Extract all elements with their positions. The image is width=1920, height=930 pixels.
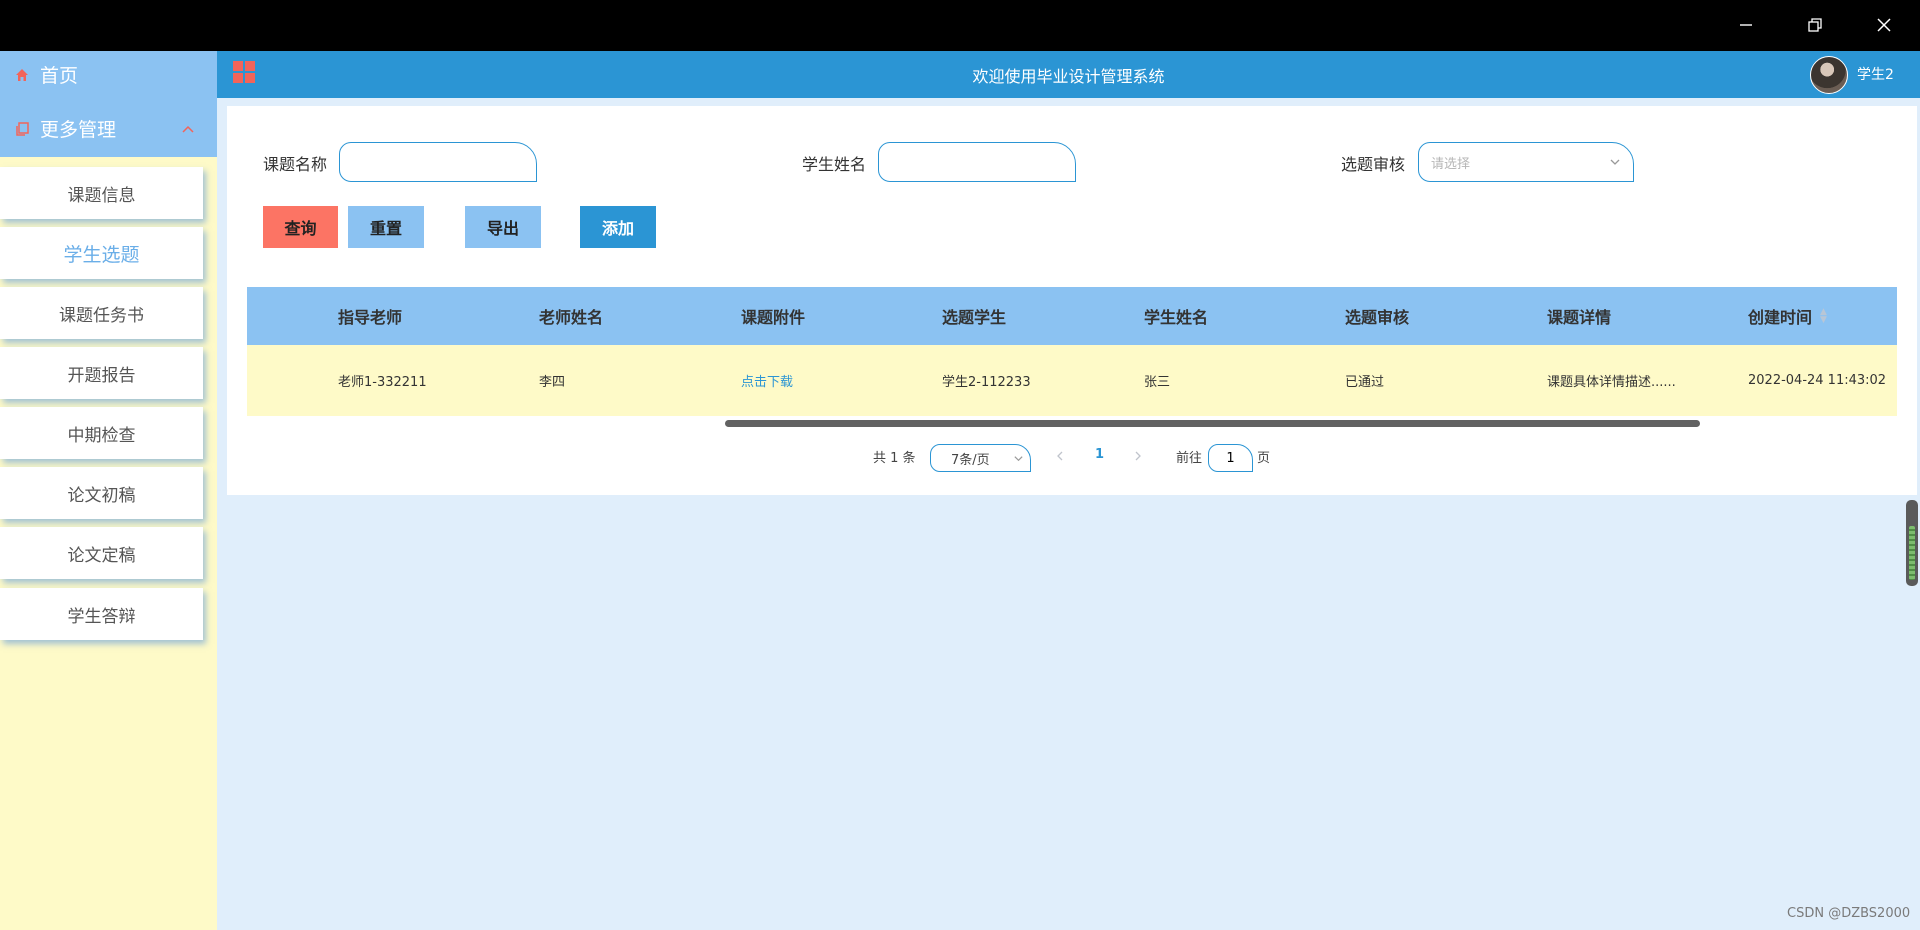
sidebar-item-label: 学生选题 — [63, 243, 140, 266]
column-header-advisor: 指导老师 — [338, 308, 403, 327]
sidebar-item-final-draft[interactable]: 论文定稿 — [0, 527, 203, 579]
minimize-icon[interactable] — [1731, 10, 1761, 40]
vertical-scrollbar-thumb[interactable] — [1909, 526, 1915, 580]
avatar[interactable] — [1810, 56, 1848, 94]
review-status-placeholder: 请选择 — [1431, 156, 1471, 172]
restore-icon[interactable] — [1800, 10, 1830, 40]
column-header-topic-details: 课题详情 — [1547, 308, 1612, 327]
table-cell: 2022-04-24 11:43:02 — [1748, 373, 1887, 388]
sidebar-item-label: 论文定稿 — [67, 545, 136, 566]
sidebar-home-label: 首页 — [40, 64, 79, 87]
goto-prefix: 前往 — [1176, 451, 1203, 466]
student-name-label: 学生姓名 — [802, 155, 867, 174]
column-header-created-time[interactable]: 创建时间 ▲ ▼ — [1748, 287, 1827, 345]
sidebar-item-defense[interactable]: 学生答辩 — [0, 588, 203, 640]
goto-suffix: 页 — [1257, 451, 1271, 466]
sidebar-item-label: 课题任务书 — [59, 305, 144, 326]
content-card: 课题名称 学生姓名 选题审核 请选择 查询 重置 导出 添加 指导老师 老师姓名… — [227, 106, 1917, 495]
page-size-select[interactable]: 7条/页 — [930, 444, 1031, 472]
table-row: 老师1-332211 李四 点击下载 学生2-112233 张三 已通过 课题具… — [247, 345, 1897, 416]
horizontal-scrollbar[interactable] — [247, 418, 1897, 428]
goto-page-input[interactable] — [1208, 444, 1253, 472]
topic-name-input[interactable] — [339, 142, 537, 182]
page-size-value: 7条/页 — [951, 452, 990, 468]
table-cell: 课题具体详情描述...... — [1547, 375, 1676, 390]
sidebar-item-opening-report[interactable]: 开题报告 — [0, 347, 203, 399]
home-icon — [14, 66, 30, 82]
table-cell: 学生2-112233 — [942, 375, 1031, 390]
sidebar-item-student-topic-selection[interactable]: 学生选题 — [0, 227, 203, 279]
sidebar-item-label: 课题信息 — [67, 185, 136, 206]
sidebar-item-topic-info[interactable]: 课题信息 — [0, 167, 203, 219]
add-button[interactable]: 添加 — [580, 206, 656, 248]
sidebar-item-midterm-check[interactable]: 中期检查 — [0, 407, 203, 459]
sidebar-item-home[interactable]: 首页 — [0, 51, 217, 97]
next-page-icon[interactable] — [1131, 449, 1145, 463]
vertical-scrollbar[interactable] — [1906, 500, 1918, 586]
page-title: 欢迎使用毕业设计管理系统 — [972, 66, 1165, 86]
table-cell: 老师1-332211 — [338, 375, 427, 390]
prev-page-icon[interactable] — [1053, 449, 1067, 463]
pagination-total: 共 1 条 — [873, 451, 916, 466]
sidebar-item-label: 论文初稿 — [67, 485, 136, 506]
chevron-up-icon — [181, 120, 195, 142]
sidebar-item-label: 开题报告 — [67, 365, 136, 386]
table-header: 指导老师 老师姓名 课题附件 选题学生 学生姓名 选题审核 课题详情 创建时间 … — [247, 287, 1897, 345]
download-link[interactable]: 点击下载 — [741, 345, 793, 416]
sort-icon[interactable]: ▲ ▼ — [1820, 308, 1827, 325]
topic-name-label: 课题名称 — [263, 155, 328, 174]
sidebar-item-more-management[interactable]: 更多管理 — [0, 103, 217, 153]
sidebar-item-first-draft[interactable]: 论文初稿 — [0, 467, 203, 519]
sidebar-item-label: 中期检查 — [67, 425, 136, 446]
sidebar: 首页 更多管理 课题信息 学生选题 课题任务书 开题报告 中期检查 论文初稿 论… — [0, 51, 217, 930]
close-icon[interactable] — [1869, 10, 1899, 40]
grid-icon[interactable] — [232, 60, 256, 84]
review-status-label: 选题审核 — [1341, 155, 1406, 174]
horizontal-scrollbar-thumb[interactable] — [725, 420, 1700, 427]
current-page-number[interactable]: 1 — [1095, 447, 1104, 462]
table-cell: 李四 — [539, 375, 566, 390]
export-button[interactable]: 导出 — [465, 206, 541, 248]
review-status-select[interactable]: 请选择 — [1418, 142, 1634, 182]
chevron-down-icon — [1013, 453, 1024, 468]
table-cell: 已通过 — [1345, 375, 1385, 390]
column-header-label: 创建时间 — [1748, 308, 1813, 327]
sidebar-item-task-book[interactable]: 课题任务书 — [0, 287, 203, 339]
column-header-selecting-student: 选题学生 — [942, 308, 1007, 327]
reset-button[interactable]: 重置 — [348, 206, 424, 248]
copy-icon — [14, 120, 30, 136]
user-name[interactable]: 学生2 — [1857, 64, 1894, 84]
query-button[interactable]: 查询 — [263, 206, 338, 248]
column-header-review-status: 选题审核 — [1345, 308, 1410, 327]
column-header-teacher-name: 老师姓名 — [539, 308, 604, 327]
sidebar-more-label: 更多管理 — [40, 118, 117, 141]
watermark: CSDN @DZBS2000 — [1787, 906, 1911, 921]
chevron-down-icon — [1609, 156, 1621, 172]
window-titlebar — [0, 0, 1920, 51]
sidebar-item-label: 学生答辩 — [67, 606, 136, 627]
sidebar-top-section: 首页 更多管理 — [0, 51, 217, 157]
column-header-student-name: 学生姓名 — [1144, 308, 1209, 327]
top-header: 欢迎使用毕业设计管理系统 学生2 — [217, 51, 1920, 98]
column-header-attachment: 课题附件 — [741, 308, 806, 327]
student-name-input[interactable] — [878, 142, 1076, 182]
table-cell: 张三 — [1144, 375, 1171, 390]
